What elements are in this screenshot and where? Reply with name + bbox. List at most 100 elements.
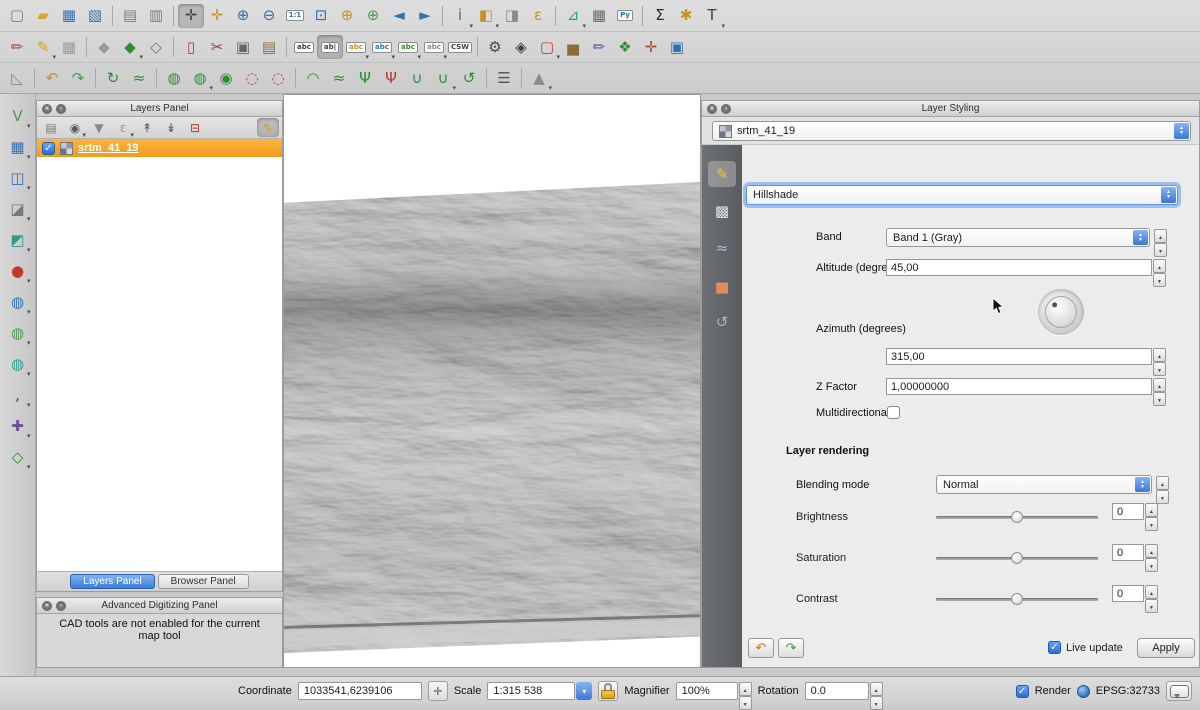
stepper-down-icon[interactable] bbox=[1153, 392, 1166, 406]
filter-expression-icon[interactable]: ε bbox=[112, 118, 134, 137]
stepper-down-icon[interactable] bbox=[870, 696, 883, 710]
add-wms-layer-icon[interactable]: ◍ bbox=[5, 290, 31, 314]
delete-ring-icon[interactable]: ◌ bbox=[239, 66, 265, 90]
raster-align-icon[interactable]: ▲ bbox=[526, 66, 552, 90]
stepper-down-icon[interactable] bbox=[1145, 517, 1158, 531]
split-parts-icon[interactable]: Ψ bbox=[352, 66, 378, 90]
add-raster-layer-icon[interactable]: ▦ bbox=[5, 135, 31, 159]
toggle-extents-button[interactable]: ✛ bbox=[428, 681, 448, 701]
statistics-icon[interactable]: Σ bbox=[647, 4, 673, 28]
value-slider[interactable] bbox=[936, 551, 1098, 565]
tab-browser-panel[interactable]: Browser Panel bbox=[158, 574, 249, 589]
identify-icon[interactable]: i bbox=[447, 4, 473, 28]
merge-features-icon[interactable]: ∪ bbox=[404, 66, 430, 90]
new-print-composer-icon[interactable]: ▤ bbox=[117, 4, 143, 28]
zoom-full-icon[interactable]: ⊡ bbox=[308, 4, 334, 28]
close-panel-icon[interactable] bbox=[707, 104, 717, 114]
lock-scale-button[interactable] bbox=[598, 681, 618, 701]
zoom-native-icon[interactable]: 1:1 bbox=[282, 4, 308, 28]
select-features-icon[interactable]: ◧ bbox=[473, 4, 499, 28]
value-spinbox[interactable]: 0 bbox=[1112, 503, 1158, 531]
reshape-features-icon[interactable]: ≈ bbox=[326, 66, 352, 90]
add-feature-icon[interactable]: ◆ bbox=[91, 35, 117, 59]
zoom-to-selection-icon[interactable]: ⊕ bbox=[334, 4, 360, 28]
current-edits-icon[interactable]: ✎ bbox=[30, 35, 56, 59]
georeferencer-icon[interactable]: ✛ bbox=[638, 35, 664, 59]
azimuth-spinbox[interactable]: 315,00 bbox=[886, 348, 1166, 376]
combo-stepper-icon[interactable] bbox=[1135, 477, 1150, 492]
render-type-combo[interactable]: Hillshade bbox=[746, 185, 1178, 205]
delete-selected-icon[interactable]: ▯ bbox=[178, 35, 204, 59]
blending-mode-combo[interactable]: Normal bbox=[936, 475, 1152, 494]
magnifier-spinbox[interactable]: 100% bbox=[676, 682, 752, 700]
add-part-icon[interactable]: ◍ bbox=[187, 66, 213, 90]
history-tab-icon[interactable]: ↺ bbox=[708, 309, 736, 335]
altitude-spinbox[interactable]: 45,00 bbox=[886, 259, 1166, 287]
layer-selector-combo[interactable]: srtm_41_19 bbox=[712, 121, 1191, 141]
rotate-feature-icon[interactable]: ↻ bbox=[100, 66, 126, 90]
combo-stepper-icon[interactable] bbox=[1161, 187, 1176, 203]
layer-tree[interactable]: srtm_41_19 bbox=[37, 139, 282, 571]
rotate-point-symbols-icon[interactable]: ↺ bbox=[456, 66, 482, 90]
value-spinbox[interactable]: 0 bbox=[1112, 585, 1158, 613]
expand-all-icon[interactable]: ↟ bbox=[136, 118, 158, 137]
stepper-up-icon[interactable] bbox=[1145, 503, 1158, 517]
stepper-down-icon[interactable] bbox=[1153, 273, 1166, 287]
stepper-up-icon[interactable] bbox=[1156, 476, 1169, 490]
add-wcs-layer-icon[interactable]: ◍ bbox=[5, 321, 31, 345]
delete-part-icon[interactable]: ◌ bbox=[265, 66, 291, 90]
processing-icon[interactable]: ⚙ bbox=[482, 35, 508, 59]
label-properties-icon[interactable]: abc bbox=[421, 35, 447, 59]
float-panel-icon[interactable] bbox=[56, 104, 66, 114]
label-toolbar-icon[interactable]: abc bbox=[291, 35, 317, 59]
project-new-icon[interactable]: ▢ bbox=[4, 4, 30, 28]
stepper-down-icon[interactable] bbox=[1145, 599, 1158, 613]
add-vector-layer-icon[interactable]: V bbox=[5, 104, 31, 128]
apply-button[interactable]: Apply bbox=[1137, 638, 1195, 658]
save-edits-icon[interactable]: ▦ bbox=[56, 35, 82, 59]
stepper-up-icon[interactable] bbox=[1154, 229, 1167, 243]
transparency-tab-icon[interactable]: ▩ bbox=[708, 198, 736, 224]
offset-curve-icon[interactable]: ◠ bbox=[300, 66, 326, 90]
composer-manager-icon[interactable]: ▥ bbox=[143, 4, 169, 28]
value-slider[interactable] bbox=[936, 592, 1098, 606]
zoom-last-icon[interactable]: ◄ bbox=[386, 4, 412, 28]
value-slider[interactable] bbox=[936, 510, 1098, 524]
close-panel-icon[interactable] bbox=[42, 601, 52, 611]
histogram-tab-icon[interactable]: ≈ bbox=[708, 235, 736, 261]
map-canvas[interactable] bbox=[283, 94, 701, 668]
zoom-next-icon[interactable]: ► bbox=[412, 4, 438, 28]
move-feature-icon[interactable]: ◆ bbox=[117, 35, 143, 59]
symbology-tab-icon[interactable]: ✎ bbox=[708, 161, 736, 187]
stepper-up-icon[interactable] bbox=[870, 682, 883, 696]
map-export-icon[interactable]: ▣ bbox=[664, 35, 690, 59]
band-stepper[interactable] bbox=[1153, 229, 1166, 257]
annotation-sketch-icon[interactable]: ✏ bbox=[586, 35, 612, 59]
stepper-up-icon[interactable] bbox=[739, 682, 752, 696]
value-spinbox[interactable]: 0 bbox=[1112, 544, 1158, 572]
select-by-expression-icon[interactable]: ε bbox=[525, 4, 551, 28]
layer-styling-dock-icon[interactable]: ✎ bbox=[257, 118, 279, 137]
text-annotation-icon[interactable]: T bbox=[699, 4, 725, 28]
label-move-icon[interactable]: abc bbox=[369, 35, 395, 59]
scale-combo[interactable]: 1:315 538 ▾ bbox=[487, 682, 592, 700]
pyramids-tab-icon[interactable]: ▅ bbox=[708, 272, 736, 298]
render-checkbox[interactable] bbox=[1016, 685, 1029, 698]
pan-to-selection-icon[interactable]: ✛ bbox=[204, 4, 230, 28]
add-wfs-layer-icon[interactable]: ◍ bbox=[5, 352, 31, 376]
snapping-options-icon[interactable]: ☰ bbox=[491, 66, 517, 90]
band-combo[interactable]: Band 1 (Gray) bbox=[886, 228, 1150, 247]
multidirectional-checkbox[interactable] bbox=[887, 406, 900, 419]
add-delimited-text-icon[interactable]: , bbox=[5, 383, 31, 407]
zfactor-spinbox[interactable]: 1,00000000 bbox=[886, 378, 1166, 406]
project-open-icon[interactable]: ▰ bbox=[30, 4, 56, 28]
zoom-out-icon[interactable]: ⊖ bbox=[256, 4, 282, 28]
node-tool-icon[interactable]: ◇ bbox=[143, 35, 169, 59]
attribute-table-icon[interactable]: ▦ bbox=[586, 4, 612, 28]
undo-icon[interactable]: ↶ bbox=[39, 66, 65, 90]
crs-label[interactable]: EPSG:32733 bbox=[1096, 685, 1160, 697]
stepper-down-icon[interactable] bbox=[1153, 362, 1166, 376]
add-spatialite-layer-icon[interactable]: ◪ bbox=[5, 197, 31, 221]
float-panel-icon[interactable] bbox=[721, 104, 731, 114]
new-layer-icon[interactable]: ✚ bbox=[5, 414, 31, 438]
